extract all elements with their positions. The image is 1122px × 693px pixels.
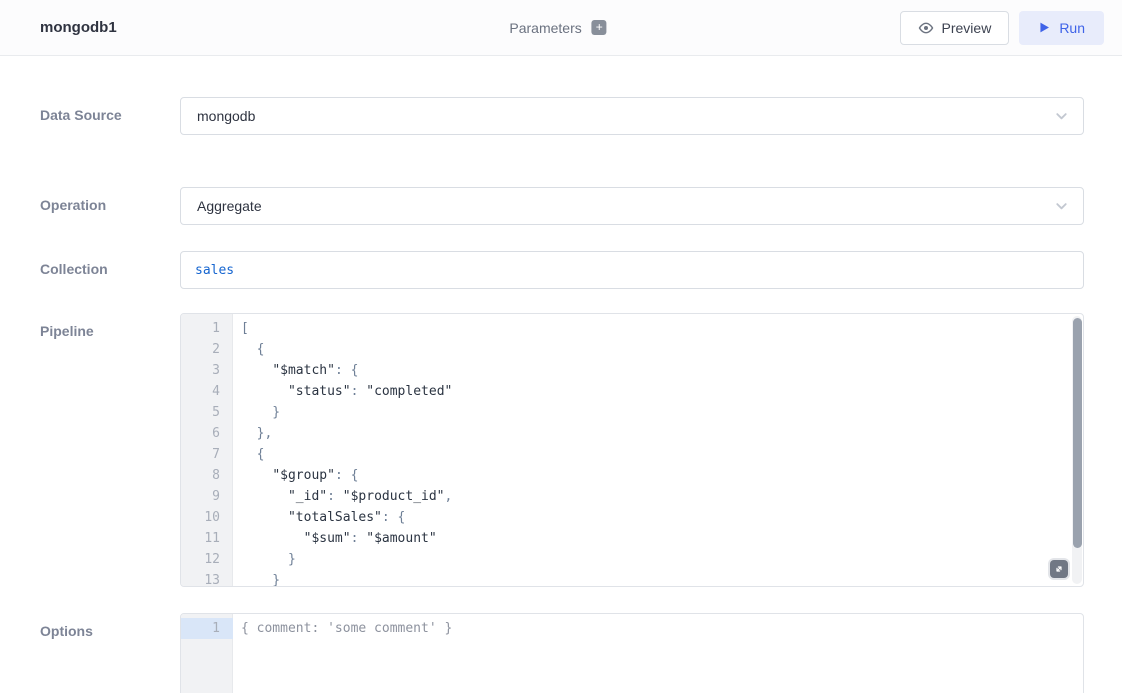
code-line: 8 "$group": { [181,465,1083,486]
code-line: 10 "totalSales": { [181,507,1083,528]
code-text: "$sum": "$amount" [233,528,437,549]
parameters-section: Parameters + [509,20,606,36]
code-text: { comment: 'some comment' } [233,618,452,639]
code-text: }, [233,423,272,444]
preview-button-label: Preview [942,20,992,36]
code-text: "totalSales": { [233,507,405,528]
code-text: "$match": { [233,360,358,381]
collection-value: sales [195,263,234,278]
code-line: 13 } [181,570,1083,587]
eye-icon [918,20,934,36]
code-line: 1 { comment: 'some comment' } [181,618,1083,639]
code-text: [ [233,318,249,339]
code-text: "_id": "$product_id", [233,486,452,507]
code-line: 7 { [181,444,1083,465]
preview-button[interactable]: Preview [900,11,1010,45]
code-text: } [233,549,296,570]
code-line: 11 "$sum": "$amount" [181,528,1083,549]
line-number: 7 [181,444,233,465]
operation-label: Operation [40,187,180,225]
play-icon [1038,21,1051,34]
operation-value: Aggregate [197,198,262,214]
data-source-value: mongodb [197,108,255,124]
line-number: 2 [181,339,233,360]
data-source-label: Data Source [40,97,180,135]
query-editor-form: Data Source mongodb Operation Aggregate [0,56,1122,693]
line-number: 10 [181,507,233,528]
code-line: 5 } [181,402,1083,423]
operation-row: Operation Aggregate [40,187,1084,225]
line-number: 1 [181,618,233,639]
options-row: Options 1 { comment: 'some comment' } [40,613,1084,693]
chevron-down-icon [1054,109,1069,124]
code-text: "$group": { [233,465,358,486]
code-text: { [233,339,264,360]
code-line: 2 { [181,339,1083,360]
line-number: 1 [181,318,233,339]
query-title: mongodb1 [40,19,117,36]
operation-select[interactable]: Aggregate [180,187,1084,225]
code-text: { [233,444,264,465]
collection-input[interactable]: sales [180,251,1084,289]
code-line: 1 [ [181,318,1083,339]
collection-label: Collection [40,251,180,289]
data-source-select[interactable]: mongodb [180,97,1084,135]
pipeline-row: Pipeline 1 [ 2 { [40,313,1084,587]
code-line: 9 "_id": "$product_id", [181,486,1083,507]
parameters-label: Parameters [509,20,581,36]
line-number: 13 [181,570,233,587]
line-number: 8 [181,465,233,486]
options-code-lines: 1 { comment: 'some comment' } [181,614,1083,639]
line-number: 5 [181,402,233,423]
line-number: 3 [181,360,233,381]
pipeline-code-editor[interactable]: 1 [ 2 { 3 "$match": { [180,313,1084,587]
line-number: 4 [181,381,233,402]
collection-row: Collection sales [40,251,1084,289]
line-number: 12 [181,549,233,570]
code-text: "status": "completed" [233,381,452,402]
code-text: } [233,402,280,423]
line-number: 9 [181,486,233,507]
code-line: 6 }, [181,423,1083,444]
run-button[interactable]: Run [1019,11,1104,45]
line-number: 6 [181,423,233,444]
options-label: Options [40,613,180,693]
options-code-editor[interactable]: 1 { comment: 'some comment' } [180,613,1084,693]
code-text: } [233,570,280,587]
data-source-row: Data Source mongodb [40,97,1084,135]
toolbar-actions: Preview Run [900,11,1104,45]
run-button-label: Run [1059,20,1085,36]
add-parameter-button[interactable]: + [592,20,607,35]
code-line: 12 } [181,549,1083,570]
expand-editor-button[interactable] [1050,560,1068,578]
pipeline-label: Pipeline [40,313,180,587]
pipeline-code-lines: 1 [ 2 { 3 "$match": { [181,314,1083,587]
line-number: 11 [181,528,233,549]
scrollbar-thumb[interactable] [1073,318,1082,548]
code-line: 3 "$match": { [181,360,1083,381]
resize-diagonal-icon [1054,564,1064,574]
chevron-down-icon [1054,199,1069,214]
code-line: 4 "status": "completed" [181,381,1083,402]
top-toolbar: mongodb1 Parameters + Preview Run [0,0,1122,56]
